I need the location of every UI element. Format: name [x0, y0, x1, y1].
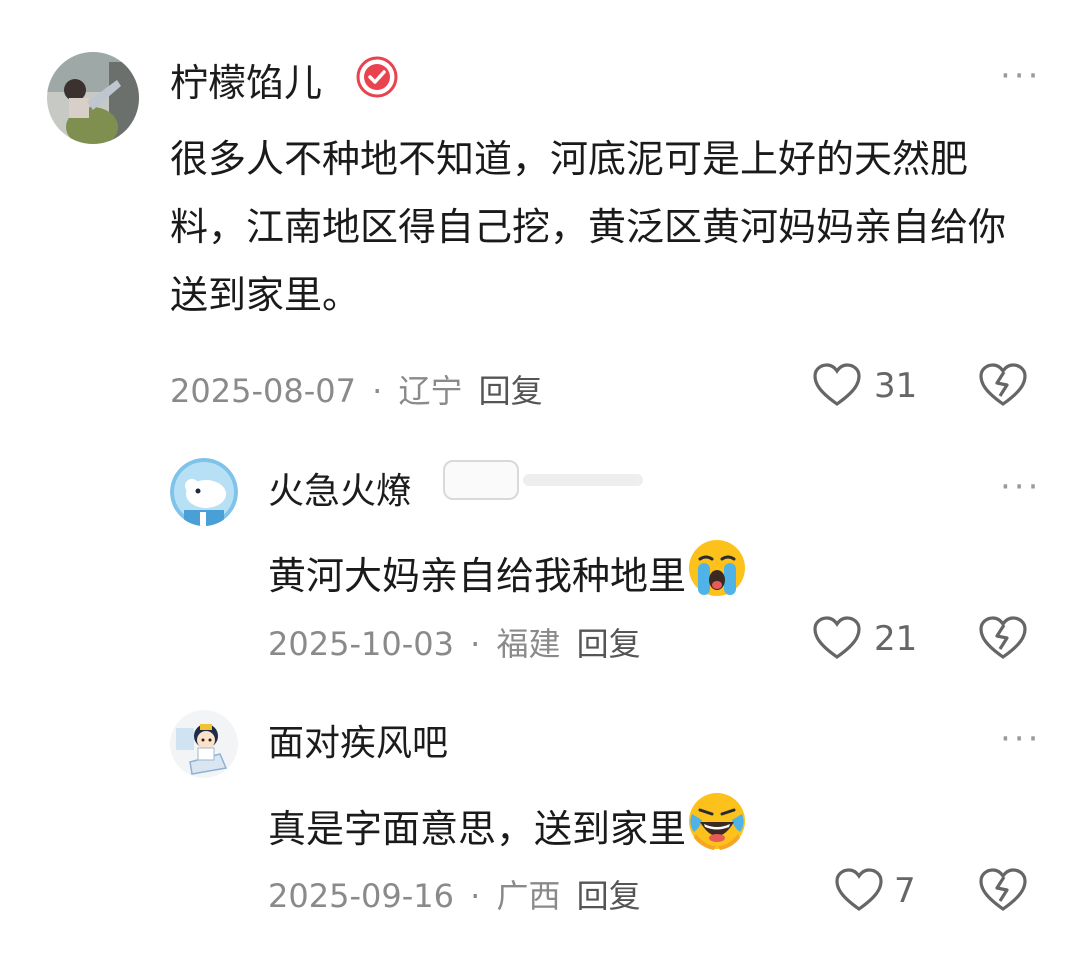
like-button[interactable] [812, 615, 862, 665]
comment-location: 福建 [496, 625, 561, 663]
dislike-button[interactable] [978, 867, 1028, 917]
reply-button[interactable]: 回复 [479, 372, 543, 410]
heart-icon [813, 363, 861, 406]
avatar[interactable] [47, 52, 139, 144]
laughing-crying-face-icon [686, 790, 748, 873]
username[interactable]: 柠檬馅儿 [170, 52, 322, 107]
comment-date: 2025-10-03 [268, 625, 454, 663]
more-options-button[interactable]: ··· [1000, 467, 1041, 507]
like-count: 31 [874, 366, 918, 406]
more-options-button[interactable]: ··· [1000, 719, 1041, 759]
dislike-button[interactable] [978, 615, 1028, 665]
comment-text: 黄河大妈亲自给我种地里 [268, 537, 748, 620]
like-button[interactable] [834, 867, 884, 917]
separator: · [470, 877, 481, 915]
reply-button[interactable]: 回复 [577, 877, 641, 915]
separator: · [470, 625, 481, 663]
reply-button[interactable]: 回复 [577, 625, 641, 663]
verified-icon [356, 56, 398, 102]
comment-date: 2025-09-16 [268, 877, 454, 915]
comment-date: 2025-08-07 [170, 372, 356, 410]
heart-icon [835, 868, 883, 911]
comment-text-content: 黄河大妈亲自给我种地里 [268, 554, 687, 598]
heart-icon [813, 616, 861, 659]
avatar[interactable] [170, 458, 238, 526]
dislike-button[interactable] [978, 362, 1028, 412]
like-count: 7 [894, 871, 916, 911]
comment-location: 广西 [496, 877, 561, 915]
separator: · [372, 372, 383, 410]
comment-text: 很多人不种地不知道，河底泥可是上好的天然肥料，江南地区得自己挖，黄泛区黄河妈妈亲… [170, 137, 1007, 317]
user-badge [443, 460, 643, 504]
more-options-button[interactable]: ··· [1000, 56, 1041, 96]
comment-meta: 2025-10-03 · 福建 回复 [268, 619, 641, 665]
comment-text: 真是字面意思，送到家里 [268, 790, 748, 873]
comment-text-content: 真是字面意思，送到家里 [268, 807, 687, 851]
broken-heart-icon [979, 616, 1027, 659]
username[interactable]: 面对疾风吧 [268, 714, 448, 766]
like-count: 21 [874, 619, 918, 659]
crying-face-icon [686, 537, 748, 620]
broken-heart-icon [979, 363, 1027, 406]
username[interactable]: 火急火燎 [268, 462, 412, 514]
broken-heart-icon [979, 868, 1027, 911]
comment-meta: 2025-08-07 · 辽宁 回复 [170, 366, 543, 412]
avatar[interactable] [170, 710, 238, 778]
comment-location: 辽宁 [398, 372, 463, 410]
like-button[interactable] [812, 362, 862, 412]
comment-meta: 2025-09-16 · 广西 回复 [268, 871, 641, 917]
